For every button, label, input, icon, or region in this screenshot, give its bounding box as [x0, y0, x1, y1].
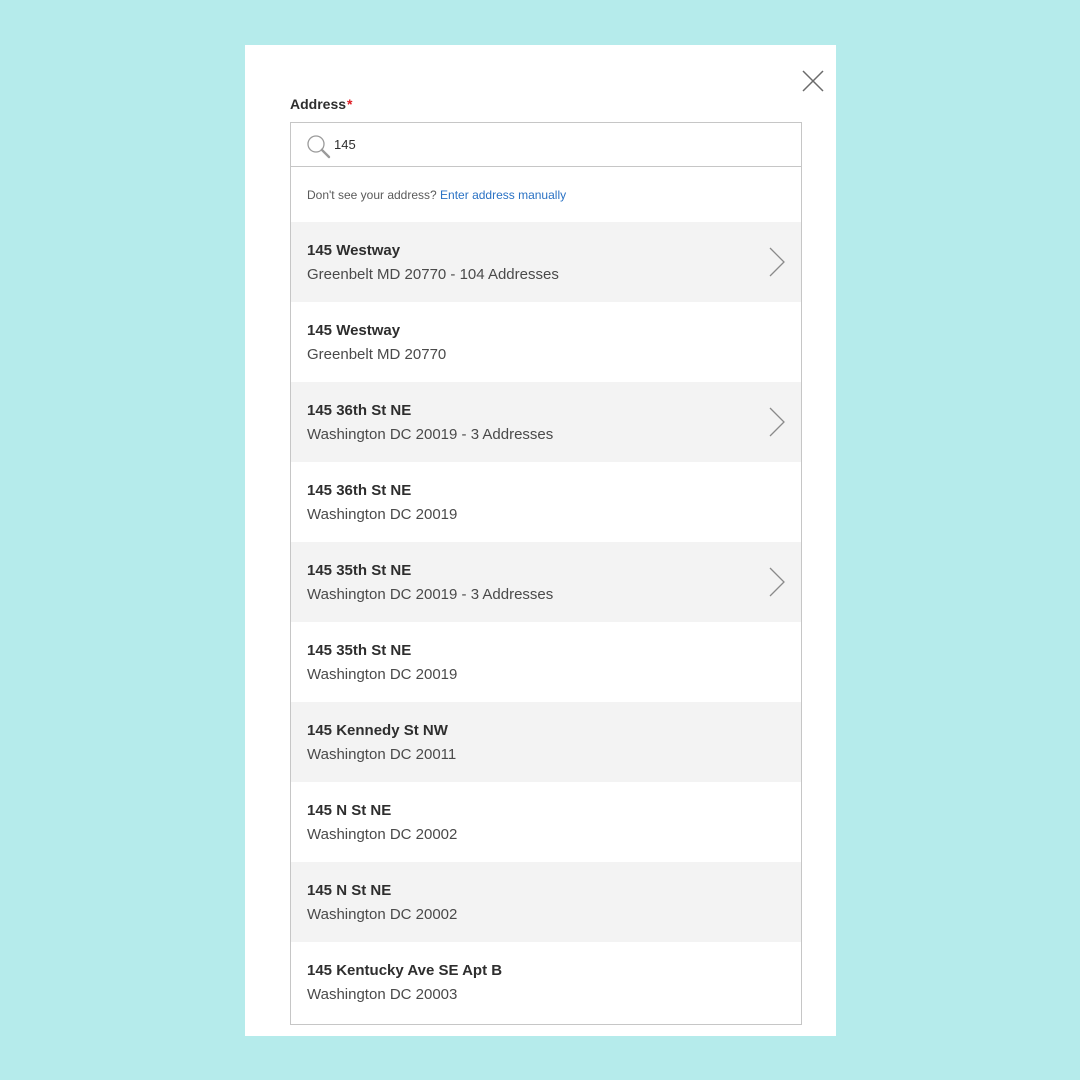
- address-result-item[interactable]: 145 36th St NE Washington DC 20019: [291, 462, 801, 542]
- result-street: 145 N St NE: [307, 882, 392, 899]
- address-result-item[interactable]: 145 36th St NE Washington DC 20019 - 3 Ad…: [291, 382, 801, 462]
- result-detail: Washington DC 20019 - 3 Addresses: [307, 586, 554, 603]
- result-detail: Washington DC 20019 - 3 Addresses: [307, 426, 554, 443]
- result-street: 145 36th St NE: [307, 402, 412, 419]
- manual-entry-hint: Don't see your address? Enter address ma…: [291, 167, 801, 222]
- address-result-item[interactable]: 145 Westway Greenbelt MD 20770 - 104 Addr…: [291, 222, 801, 302]
- result-street: 145 36th St NE: [307, 482, 412, 499]
- address-search-input[interactable]: [334, 131, 774, 157]
- result-detail: Washington DC 20019: [307, 506, 458, 523]
- address-result-item[interactable]: 145 Kennedy St NW Washington DC 20011: [291, 702, 801, 782]
- result-street: 145 Westway: [307, 242, 401, 259]
- address-autocomplete-panel: Don't see your address? Enter address ma…: [290, 122, 802, 1025]
- chevron-right-icon: [769, 247, 785, 277]
- search-icon: [307, 135, 331, 159]
- address-label: Address*: [290, 96, 352, 112]
- enter-address-manually-link[interactable]: Enter address manually: [440, 188, 566, 202]
- result-street: 145 Kentucky Ave SE Apt B: [307, 962, 503, 979]
- address-result-item[interactable]: 145 35th St NE Washington DC 20019 - 3 Ad…: [291, 542, 801, 622]
- result-detail: Washington DC 20019: [307, 666, 458, 683]
- result-detail: Washington DC 20003: [307, 986, 458, 1003]
- result-street: 145 Westway: [307, 322, 401, 339]
- hint-text: Don't see your address?: [307, 188, 437, 202]
- result-street: 145 35th St NE: [307, 642, 412, 659]
- address-result-item[interactable]: 145 Westway Greenbelt MD 20770: [291, 302, 801, 382]
- result-detail: Washington DC 20011: [307, 746, 457, 763]
- result-street: 145 N St NE: [307, 802, 392, 819]
- close-button[interactable]: [801, 69, 825, 93]
- result-detail: Washington DC 20002: [307, 906, 458, 923]
- result-street: 145 Kennedy St NW: [307, 722, 448, 739]
- result-detail: Washington DC 20002: [307, 826, 458, 843]
- result-detail: Greenbelt MD 20770 - 104 Addresses: [307, 266, 559, 283]
- address-result-item[interactable]: 145 N St NE Washington DC 20002: [291, 862, 801, 942]
- address-label-text: Address: [290, 96, 347, 112]
- address-result-item[interactable]: 145 N St NE Washington DC 20002: [291, 782, 801, 862]
- close-icon: [802, 70, 824, 92]
- chevron-right-icon: [769, 407, 785, 437]
- address-results-list: 145 Westway Greenbelt MD 20770 - 104 Addr…: [291, 222, 801, 1022]
- result-detail: Greenbelt MD 20770: [307, 346, 447, 363]
- result-street: 145 35th St NE: [307, 562, 412, 579]
- search-row: [291, 123, 801, 167]
- chevron-right-icon: [769, 567, 785, 597]
- address-result-item[interactable]: 145 Kentucky Ave SE Apt B Washington DC 2…: [291, 942, 801, 1022]
- address-result-item[interactable]: 145 35th St NE Washington DC 20019: [291, 622, 801, 702]
- address-modal: Address* Don't see your address? Enter a…: [245, 45, 836, 1036]
- required-mark: *: [347, 96, 353, 112]
